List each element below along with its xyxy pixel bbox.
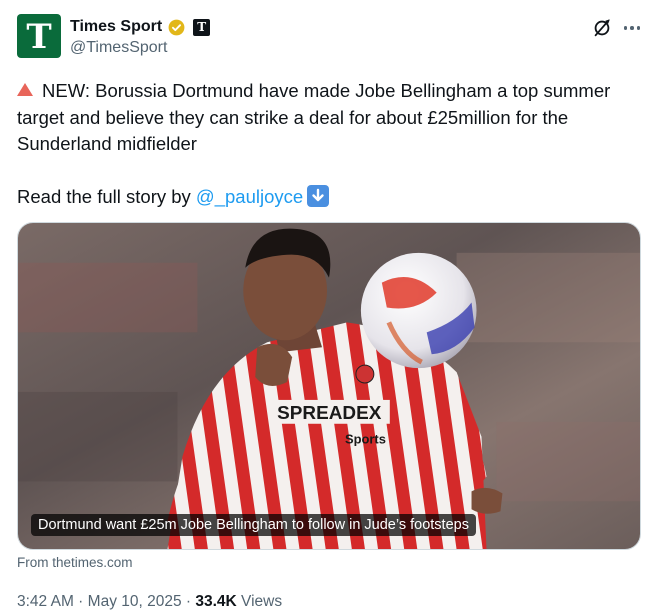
tweet-header: T Times Sport T @TimesSport — [17, 14, 643, 60]
card-source-link[interactable]: From thetimes.com — [17, 555, 133, 570]
meta-separator: · — [181, 593, 196, 610]
author-mention-link[interactable]: @_pauljoyce — [196, 186, 303, 207]
article-image: SPREADEX Sports — [18, 223, 640, 549]
tweet-text: NEW: Borussia Dortmund have made Jobe Be… — [17, 78, 643, 210]
more-options-icon[interactable] — [621, 17, 643, 39]
link-card[interactable]: SPREADEX Sports Dortmund want £25m Jobe … — [17, 222, 641, 550]
tweet-meta: 3:42 AM · May 10, 2025 · 33.4K Views — [17, 593, 282, 611]
verified-gold-badge-icon — [168, 19, 185, 35]
views-label: Views — [236, 593, 283, 610]
shirt-sponsor-text: SPREADEX — [277, 403, 382, 424]
down-arrow-emoji-icon — [307, 184, 330, 207]
views-count[interactable]: 33.4K — [195, 593, 236, 610]
card-caption: Dortmund want £25m Jobe Bellingham to fo… — [31, 514, 476, 536]
meta-separator: · — [73, 593, 88, 610]
red-triangle-up-icon — [17, 83, 33, 96]
tweet-date[interactable]: May 10, 2025 — [88, 593, 182, 610]
avatar-letter: T — [26, 17, 52, 57]
tweet-time[interactable]: 3:42 AM — [17, 593, 74, 610]
grok-icon[interactable] — [591, 17, 613, 39]
display-name[interactable]: Times Sport — [70, 18, 162, 36]
read-story-prefix: Read the full story by — [17, 185, 196, 207]
handle[interactable]: @TimesSport — [70, 39, 167, 57]
affiliate-badge[interactable]: T — [193, 18, 211, 36]
avatar[interactable]: T — [17, 14, 61, 58]
tweet-body: NEW: Borussia Dortmund have made Jobe Be… — [17, 80, 611, 154]
shirt-sponsor-sub-text: Sports — [345, 432, 386, 447]
name-row: Times Sport T — [70, 16, 211, 38]
affiliate-badge-letter: T — [197, 20, 207, 34]
